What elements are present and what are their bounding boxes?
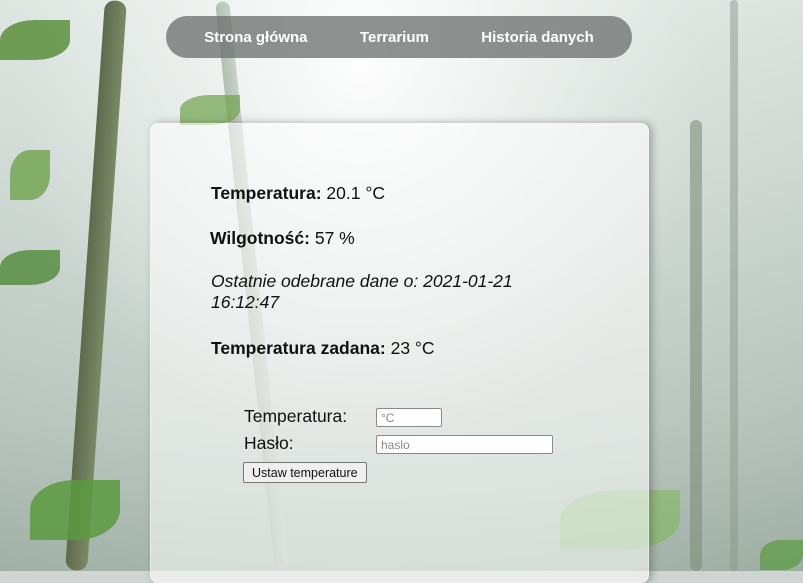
temperature-value: 20.1 °C xyxy=(326,183,385,203)
tree-trunk xyxy=(730,0,738,571)
temperature-input[interactable] xyxy=(376,408,442,427)
set-temperature-button[interactable]: Ustaw temperature xyxy=(243,462,367,483)
humidity-label: Wilgotność: xyxy=(210,228,310,248)
password-input[interactable] xyxy=(376,435,553,454)
set-temperature-value: 23 °C xyxy=(390,338,435,358)
form-temperature-label: Temperatura: xyxy=(244,406,348,426)
last-received-timestamp: Ostatnie odebrane dane o: 2021-01-21 16:… xyxy=(211,271,513,312)
temperature-label: Temperatura: xyxy=(211,183,322,203)
leaf xyxy=(0,20,70,60)
set-temperature-label: Temperatura zadana: xyxy=(211,338,386,358)
nav-link-data-history[interactable]: Historia danych xyxy=(481,29,594,46)
nav-link-terrarium[interactable]: Terrarium xyxy=(360,29,429,46)
temperature-reading: Temperatura: 20.1 °C xyxy=(211,183,385,204)
tree-trunk xyxy=(690,120,702,571)
leaf xyxy=(10,150,50,200)
leaf xyxy=(760,540,803,570)
content-panel: Temperatura: 20.1 °C Wilgotność: 57 % Os… xyxy=(150,123,649,583)
form-password-label: Hasło: xyxy=(244,433,294,453)
humidity-reading: Wilgotność: 57 % xyxy=(210,228,355,249)
set-temperature-reading: Temperatura zadana: 23 °C xyxy=(211,338,435,359)
leaf xyxy=(0,250,60,285)
main-navigation: Strona główna Terrarium Historia danych xyxy=(166,16,632,58)
humidity-value: 57 % xyxy=(314,228,355,248)
leaf xyxy=(30,480,120,540)
nav-link-home[interactable]: Strona główna xyxy=(204,29,307,46)
leaf xyxy=(180,95,240,125)
